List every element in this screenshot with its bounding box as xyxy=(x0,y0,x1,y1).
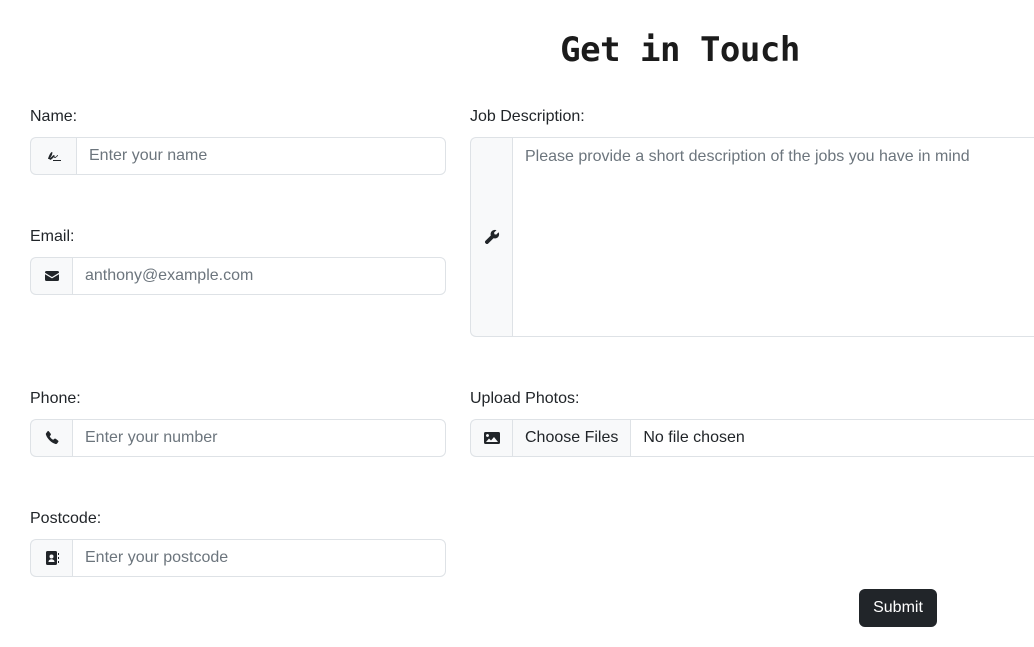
contact-page: Get in Touch Name: Email: Phone: Postcod… xyxy=(0,0,1034,647)
postcode-label: Postcode: xyxy=(30,510,102,527)
job-description-label: Job Description: xyxy=(470,108,585,125)
name-input[interactable] xyxy=(76,137,446,175)
phone-icon xyxy=(30,419,72,457)
upload-photos-label: Upload Photos: xyxy=(470,390,580,407)
upload-photos-group: Choose Files No file chosen xyxy=(470,419,1034,457)
phone-input[interactable] xyxy=(72,419,446,457)
job-description-textarea[interactable] xyxy=(512,137,1034,337)
email-input-group xyxy=(30,257,446,295)
signature-icon xyxy=(30,137,76,175)
page-title: Get in Touch xyxy=(560,30,800,70)
postcode-input[interactable] xyxy=(72,539,446,577)
email-input[interactable] xyxy=(72,257,446,295)
submit-button[interactable]: Submit xyxy=(859,589,937,627)
phone-label: Phone: xyxy=(30,390,81,407)
image-icon xyxy=(470,419,512,457)
name-label: Name: xyxy=(30,108,78,125)
file-input[interactable]: Choose Files No file chosen xyxy=(512,419,1034,457)
choose-files-button[interactable]: Choose Files xyxy=(513,420,632,456)
postcode-input-group xyxy=(30,539,446,577)
job-description-group xyxy=(470,137,1034,337)
file-status: No file chosen xyxy=(643,429,745,446)
address-book-icon xyxy=(30,539,72,577)
wrench-icon xyxy=(470,137,512,337)
email-label: Email: xyxy=(30,228,75,245)
name-input-group xyxy=(30,137,446,175)
envelope-icon xyxy=(30,257,72,295)
phone-input-group xyxy=(30,419,446,457)
